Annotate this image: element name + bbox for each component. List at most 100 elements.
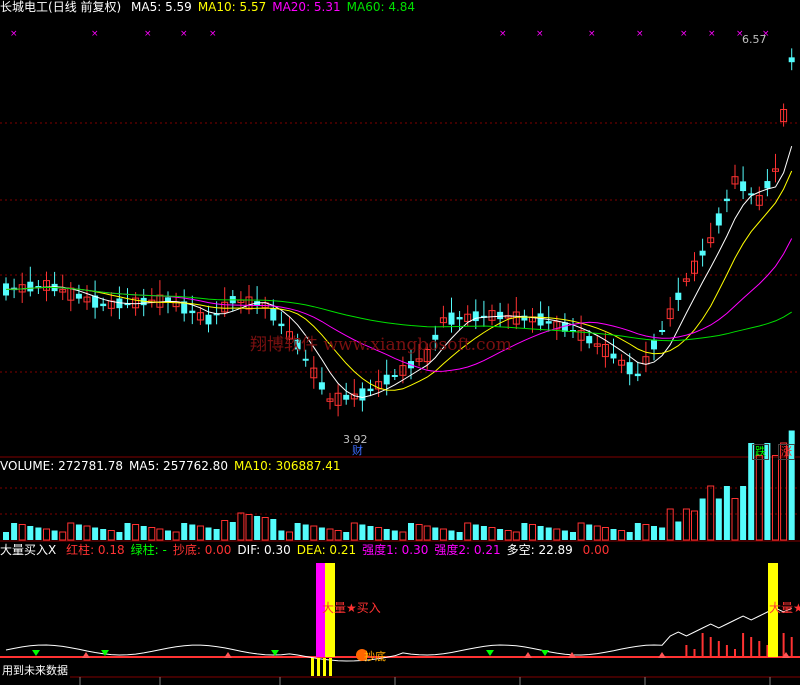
volume-bar	[675, 521, 682, 540]
candle-body-down	[456, 317, 463, 320]
candle-body-down	[699, 250, 706, 256]
indicator-line	[5, 607, 792, 662]
volume-bar	[302, 524, 309, 540]
volume-bars[interactable]	[3, 430, 795, 541]
finance-marker[interactable]: 财	[352, 443, 363, 457]
candlesticks[interactable]	[3, 48, 795, 417]
volume-bar	[593, 525, 601, 541]
volume-bar	[245, 514, 253, 541]
volume-bar	[659, 527, 666, 540]
candle-body-down	[651, 339, 657, 350]
volume-bar	[350, 522, 358, 541]
volume-bar	[642, 524, 650, 541]
footer-note: 用到未来数据	[0, 664, 70, 678]
volume-bar	[107, 530, 115, 541]
volume-bar	[59, 531, 67, 541]
candle-body-down	[189, 310, 196, 314]
volume-bar	[196, 525, 204, 541]
volume-bar	[537, 526, 544, 540]
candle-body-down	[634, 373, 641, 377]
candle-body-down	[383, 374, 390, 385]
volume-bar	[723, 486, 730, 540]
down-arrow-icon	[32, 650, 40, 656]
rise-button[interactable]: 涨	[778, 444, 795, 460]
volume-bar	[310, 525, 318, 541]
volume-bar	[626, 532, 633, 540]
volume-bar	[343, 532, 350, 540]
price-panel-header: 长城电工(日线 前复权) MA5: 5.59 MA10: 5.57 MA20: 5.…	[0, 0, 427, 15]
fall-button[interactable]: 跌	[752, 444, 769, 460]
volume-bar	[570, 532, 576, 540]
volume-bar	[132, 524, 140, 541]
stock-chart-canvas[interactable]: × × × × × × × × × × × × × 翔博软件 www.xiangbosoft.com 6…	[0, 0, 800, 685]
rise-button-label: 涨	[781, 445, 792, 458]
volume-bar	[521, 523, 528, 540]
candle-body-down	[391, 375, 398, 377]
ma-line	[5, 170, 793, 391]
signal-mark: ×	[499, 29, 507, 39]
volume-bar	[172, 531, 180, 541]
down-arrow-icon	[486, 650, 494, 656]
header-value: 抄底: 0.00	[172, 543, 232, 557]
volume-bar	[3, 532, 9, 540]
volume-bar	[116, 532, 123, 540]
volume-bar	[699, 498, 706, 540]
bottom-stripe	[329, 658, 332, 676]
candle-body-down	[723, 198, 730, 202]
candle-body-down	[545, 321, 552, 324]
volume-bar	[415, 524, 423, 541]
header-value: 多空: 22.89	[506, 543, 573, 557]
volume-bar	[92, 527, 99, 540]
volume-bar	[545, 527, 552, 540]
volume-bar	[237, 512, 245, 541]
volume-bar	[35, 527, 42, 540]
volume-bar	[472, 524, 479, 540]
header-value: 强度2: 0.21	[434, 543, 501, 557]
volume-bar	[755, 455, 763, 541]
volume-bar	[480, 526, 487, 540]
volume-bar	[367, 526, 374, 540]
volume-bar	[577, 522, 585, 541]
header-value: MA60: 4.84	[346, 0, 416, 14]
signal-mark: ×	[144, 29, 152, 39]
volume-bar	[140, 526, 147, 540]
volume-bar	[156, 528, 164, 541]
signal-mark: ×	[588, 29, 596, 39]
candle-body-down	[270, 308, 277, 321]
candle-body-down	[537, 313, 544, 326]
candle-body-down	[359, 388, 366, 401]
volume-bar	[318, 527, 325, 540]
volume-bar	[189, 524, 196, 540]
signal-buy-label-right: 大量★买入	[769, 601, 800, 615]
volume-bar	[375, 527, 383, 541]
candle-body-down	[659, 330, 666, 332]
candle-body-down	[100, 303, 107, 307]
volume-bar	[634, 523, 641, 540]
volume-bar	[488, 527, 496, 541]
volume-bar	[383, 529, 390, 540]
up-arrow-icon	[82, 652, 90, 658]
volume-bar	[286, 531, 293, 541]
candle-body-down	[302, 358, 309, 361]
volume-bar	[707, 485, 715, 541]
candle-body-down	[788, 57, 795, 63]
volume-bar	[399, 531, 407, 541]
ma-line	[5, 286, 792, 342]
volume-bar	[181, 523, 188, 540]
volume-bar	[610, 529, 617, 540]
volume-bar	[359, 524, 366, 540]
volume-panel-header: VOLUME: 272781.78 MA5: 257762.80 MA10: 306…	[0, 459, 347, 474]
volume-bar	[772, 455, 779, 541]
down-arrow-icon	[541, 650, 549, 656]
volume-bar	[213, 529, 220, 540]
signal-mark: ×	[91, 29, 99, 39]
volume-bar	[439, 528, 447, 541]
candle-body-down	[343, 394, 350, 400]
down-arrow-icon	[101, 650, 109, 656]
volume-bar	[148, 527, 156, 541]
watermark: 翔博软件 www.xiangbosoft.com	[250, 335, 512, 355]
candle-body-down	[586, 336, 593, 344]
candle-body-down	[448, 312, 455, 325]
volume-bar	[278, 530, 285, 540]
bottom-stripe	[317, 658, 320, 676]
